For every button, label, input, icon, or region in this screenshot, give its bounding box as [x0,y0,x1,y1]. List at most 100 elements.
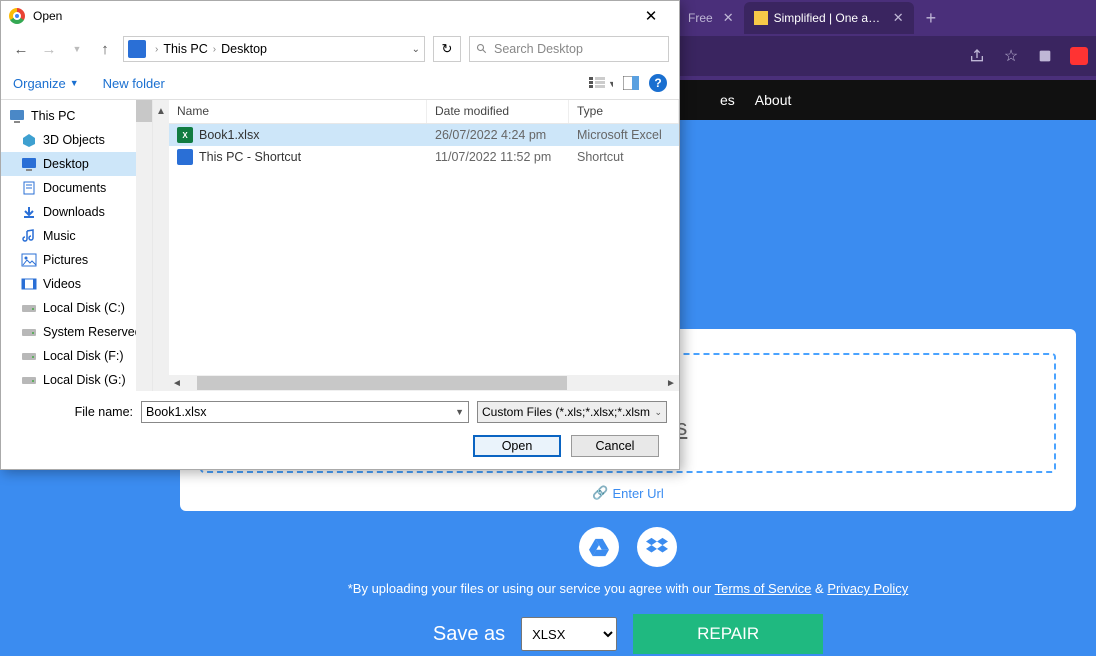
nav-item[interactable]: es [720,92,735,108]
crumb-this-pc[interactable]: This PC [163,42,207,56]
tree-resize-gutter[interactable]: ▲ [153,100,169,391]
help-button[interactable]: ? [649,74,667,92]
video-icon [21,277,37,291]
tree-item-3d-objects[interactable]: 3D Objects [1,128,152,152]
repair-button[interactable]: REPAIR [633,614,823,654]
file-open-dialog: Open ✕ ← → ▼ ↑ › This PC › Desktop ⌄ ↻ S… [0,0,680,470]
disk-icon [21,373,37,387]
desktop-icon [21,157,37,171]
nav-item-about[interactable]: About [755,92,792,108]
tab-title: Free [688,11,713,25]
filetype-select[interactable]: Custom Files (*.xls;*.xlsx;*.xlsm ⌄ [477,401,667,423]
organize-menu[interactable]: Organize ▼ [13,76,79,91]
tree-item-local-disk-c-[interactable]: Local Disk (C:) [1,296,152,320]
pc-icon [9,109,25,123]
col-name[interactable]: Name [169,100,427,123]
breadcrumb[interactable]: › This PC › Desktop ⌄ [123,36,425,62]
col-date[interactable]: Date modified [427,100,569,123]
back-button[interactable]: ← [11,41,31,58]
filename-input[interactable]: Book1.xlsx ▼ [141,401,469,423]
up-button[interactable]: ↑ [95,41,115,58]
tab-title: Simplified | One app to design, c [774,11,883,25]
dropbox-icon [646,537,668,557]
chevron-down-icon[interactable]: ⌄ [412,44,420,55]
svg-text:▼: ▼ [608,79,613,89]
extension-icon[interactable] [1070,47,1088,65]
tree-item-local-disk-f-[interactable]: Local Disk (F:) [1,344,152,368]
tree-scrollbar[interactable] [136,100,152,391]
new-folder-button[interactable]: New folder [103,76,165,91]
cloud-sources [180,527,1076,567]
tree-item-downloads[interactable]: Downloads [1,200,152,224]
tree-item-this-pc[interactable]: This PC [1,104,152,128]
disclaimer: *By uploading your files or using our se… [180,581,1076,596]
chrome-logo-icon [9,8,25,24]
share-icon[interactable] [968,47,986,65]
save-row: Save as XLSX REPAIR [180,614,1076,654]
disk-icon [21,301,37,315]
close-icon[interactable]: ✕ [631,7,671,25]
filename-value: Book1.xlsx [146,405,206,419]
down-icon [21,205,37,219]
google-drive-button[interactable] [579,527,619,567]
3d-icon [21,133,37,147]
refresh-button[interactable]: ↻ [433,36,461,62]
preview-pane-button[interactable] [623,76,639,90]
dropbox-button[interactable] [637,527,677,567]
scrollbar-thumb[interactable] [136,100,152,122]
favicon-icon [754,11,768,25]
crumb-desktop[interactable]: Desktop [221,42,267,56]
tos-link[interactable]: Terms of Service [715,581,812,596]
close-icon[interactable]: ✕ [723,10,734,26]
file-row[interactable]: This PC - Shortcut11/07/2022 11:52 pmSho… [169,146,679,168]
folder-tree[interactable]: This PC3D ObjectsDesktopDocumentsDownloa… [1,100,153,391]
scrollbar-thumb[interactable] [197,376,567,390]
pp-link[interactable]: Privacy Policy [827,581,908,596]
chevron-right-icon: › [210,44,219,55]
forward-button[interactable]: → [39,41,59,58]
music-icon [21,229,37,243]
google-drive-icon [588,537,610,557]
close-icon[interactable]: ✕ [893,10,904,26]
tree-item-music[interactable]: Music [1,224,152,248]
new-tab-button[interactable]: + [914,8,949,29]
extensions-icon[interactable] [1036,47,1054,65]
browser-tab[interactable]: Free ✕ [678,2,744,34]
link-icon: 🔗 [592,485,608,501]
tree-item-system-reserved[interactable]: System Reserved [1,320,152,344]
enter-url-link[interactable]: 🔗 Enter Url [200,485,1056,501]
chevron-down-icon[interactable]: ▼ [455,407,464,417]
scroll-left-icon[interactable]: ◄ [169,378,185,389]
tree-item-desktop[interactable]: Desktop [1,152,152,176]
view-mode-button[interactable]: ▼ [589,76,613,90]
file-list[interactable]: XBook1.xlsx26/07/2022 4:24 pmMicrosoft E… [169,124,679,375]
doc-icon [21,181,37,195]
cancel-button[interactable]: Cancel [571,435,659,457]
col-type[interactable]: Type [569,100,679,123]
pic-icon [21,253,37,267]
chevron-down-icon: ⌄ [654,407,662,418]
tree-item-documents[interactable]: Documents [1,176,152,200]
chevron-down-icon: ▼ [70,78,79,88]
tree-item-videos[interactable]: Videos [1,272,152,296]
disclaimer-prefix: *By uploading your files or using our se… [348,581,715,596]
open-button[interactable]: Open [473,435,561,457]
horizontal-scrollbar[interactable]: ◄ ► [169,375,679,391]
dialog-titlebar: Open ✕ [1,1,679,31]
collapse-icon[interactable]: ▲ [153,100,169,122]
star-icon[interactable]: ☆ [1002,47,1020,65]
disclaimer-amp: & [815,581,827,596]
file-header[interactable]: Name Date modified Type [169,100,679,124]
scroll-right-icon[interactable]: ► [663,378,679,389]
file-row[interactable]: XBook1.xlsx26/07/2022 4:24 pmMicrosoft E… [169,124,679,146]
search-input[interactable]: Search Desktop [469,36,669,62]
save-format-select[interactable]: XLSX [521,617,617,651]
dialog-footer: File name: Book1.xlsx ▼ Custom Files (*.… [1,391,679,469]
recent-dropdown[interactable]: ▼ [67,44,87,54]
save-as-label: Save as [433,623,505,646]
browser-tab[interactable]: Simplified | One app to design, c ✕ [744,2,914,34]
file-list-pane: Name Date modified Type XBook1.xlsx26/07… [169,100,679,391]
pc-icon [128,40,146,58]
tree-item-local-disk-g-[interactable]: Local Disk (G:) [1,368,152,391]
tree-item-pictures[interactable]: Pictures [1,248,152,272]
